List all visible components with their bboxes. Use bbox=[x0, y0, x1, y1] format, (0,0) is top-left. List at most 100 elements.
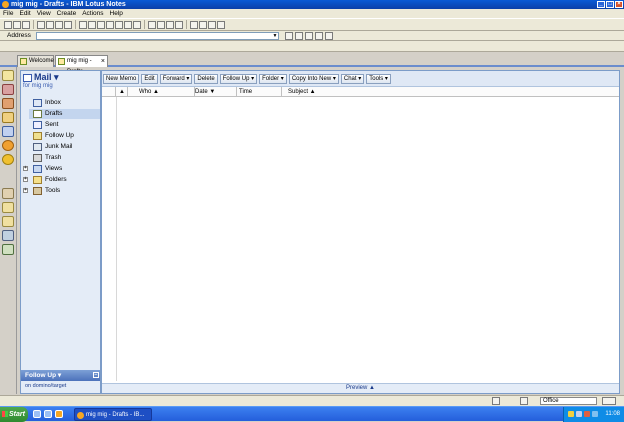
tag-icon[interactable] bbox=[166, 20, 174, 29]
mail-title[interactable]: Mail ▾ bbox=[23, 72, 59, 83]
unread-icon[interactable] bbox=[133, 20, 141, 29]
new-memo-button[interactable]: New Memo bbox=[103, 73, 140, 84]
contacts-bookmark-icon[interactable] bbox=[2, 98, 14, 109]
forward-button[interactable]: Forward ▾ bbox=[159, 73, 193, 84]
search-icon[interactable] bbox=[208, 20, 216, 29]
online-status-icon[interactable] bbox=[492, 397, 500, 405]
help-bookmark-icon[interactable] bbox=[2, 154, 14, 165]
open-icon[interactable] bbox=[13, 20, 21, 29]
nav-tools[interactable]: + Tools bbox=[23, 186, 100, 196]
folder-button[interactable]: Folder ▾ bbox=[259, 73, 287, 84]
start-button[interactable]: Start bbox=[0, 407, 28, 422]
followup-panel-header[interactable]: Follow Up ▾ − bbox=[21, 370, 100, 381]
forward-icon[interactable] bbox=[295, 32, 303, 40]
home-icon[interactable] bbox=[4, 20, 12, 29]
minimize-button[interactable]: _ bbox=[597, 1, 605, 8]
menu-actions[interactable]: Actions bbox=[82, 9, 103, 18]
collapse-icon[interactable]: − bbox=[93, 372, 99, 378]
lotus-notes-icon[interactable] bbox=[55, 410, 63, 418]
volume-icon[interactable] bbox=[576, 411, 582, 417]
reload-icon[interactable] bbox=[315, 32, 323, 40]
column-header-subject[interactable]: Subject ▲ bbox=[285, 87, 619, 97]
tab-drafts[interactable]: mig mig - Drafts × bbox=[55, 55, 108, 75]
navigate-icon[interactable] bbox=[115, 20, 123, 29]
menu-edit[interactable]: Edit bbox=[19, 9, 30, 18]
folder-bookmark-icon[interactable] bbox=[2, 216, 14, 227]
lotus-notes-icon bbox=[77, 412, 84, 419]
search-icon[interactable] bbox=[325, 32, 333, 40]
stop-icon[interactable] bbox=[305, 32, 313, 40]
taskbar-item-notes[interactable]: mig mig - Drafts - IB... bbox=[74, 408, 152, 421]
expand-icon[interactable] bbox=[148, 20, 156, 29]
nav-inbox[interactable]: Inbox bbox=[29, 98, 100, 108]
menu-help[interactable]: Help bbox=[110, 9, 123, 18]
undo-icon[interactable] bbox=[64, 20, 72, 29]
copy-into-new-button[interactable]: Copy Into New ▾ bbox=[288, 73, 339, 84]
expand-icon[interactable]: + bbox=[23, 177, 28, 182]
menu-create[interactable]: Create bbox=[57, 9, 77, 18]
address-input[interactable]: ▼ bbox=[36, 32, 279, 40]
properties-icon[interactable] bbox=[217, 20, 225, 29]
folder-icon[interactable] bbox=[190, 20, 198, 29]
clock: 11:08 bbox=[605, 411, 620, 417]
nav-junk[interactable]: Junk Mail bbox=[29, 142, 100, 152]
copy-icon[interactable] bbox=[46, 20, 54, 29]
nav-views[interactable]: + Views bbox=[23, 164, 100, 174]
expand-icon[interactable]: + bbox=[23, 166, 28, 171]
location-label: Office bbox=[543, 398, 559, 404]
inbox-status-icon[interactable] bbox=[602, 397, 616, 405]
replication-icon[interactable] bbox=[520, 397, 528, 405]
chat-button[interactable]: Chat ▾ bbox=[340, 73, 365, 84]
arrow-up-icon[interactable] bbox=[79, 20, 87, 29]
nav-sent[interactable]: Sent bbox=[29, 120, 100, 130]
network-bookmark-icon[interactable] bbox=[2, 230, 14, 241]
print-icon[interactable] bbox=[22, 20, 30, 29]
link-icon[interactable] bbox=[175, 20, 183, 29]
nav-folders[interactable]: + Folders bbox=[23, 175, 100, 185]
history-bookmark-icon[interactable] bbox=[2, 244, 14, 255]
column-header-sort[interactable]: ▲ bbox=[116, 87, 128, 97]
expand-icon[interactable]: + bbox=[23, 188, 28, 193]
nav-trash[interactable]: Trash bbox=[29, 153, 100, 163]
menu-view[interactable]: View bbox=[37, 9, 51, 18]
arrow-up-icon[interactable] bbox=[97, 20, 105, 29]
back-icon[interactable] bbox=[285, 32, 293, 40]
preview-toggle[interactable]: Preview ▲ bbox=[102, 383, 619, 393]
edit-button[interactable]: Edit bbox=[141, 73, 158, 84]
close-icon[interactable]: × bbox=[101, 56, 105, 67]
calendar-bookmark-icon[interactable] bbox=[2, 84, 14, 95]
location-selector[interactable]: Office bbox=[540, 397, 597, 405]
replicator-bookmark-icon[interactable] bbox=[2, 126, 14, 137]
tools-button[interactable]: Tools ▾ bbox=[366, 73, 391, 84]
binoculars-icon[interactable] bbox=[199, 20, 207, 29]
monitor-icon[interactable] bbox=[592, 411, 598, 417]
browser-icon[interactable] bbox=[44, 410, 52, 418]
maximize-button[interactable]: □ bbox=[606, 1, 614, 8]
close-button[interactable]: × bbox=[615, 1, 623, 8]
sametime-bookmark-icon[interactable] bbox=[2, 140, 14, 151]
follow-up-button[interactable]: Follow Up ▾ bbox=[219, 73, 258, 84]
tab-welcome[interactable]: Welcome bbox=[17, 55, 54, 67]
todo-bookmark-icon[interactable] bbox=[2, 112, 14, 123]
collapse-icon[interactable] bbox=[157, 20, 165, 29]
security-icon[interactable] bbox=[584, 411, 590, 417]
paste-icon[interactable] bbox=[55, 20, 63, 29]
menu-file[interactable]: File bbox=[3, 9, 13, 18]
databases-bookmark-icon[interactable] bbox=[2, 188, 14, 199]
network-icon[interactable] bbox=[568, 411, 574, 417]
desktop-icon[interactable] bbox=[33, 410, 41, 418]
favorites-bookmark-icon[interactable] bbox=[2, 202, 14, 213]
mail-bookmark-icon[interactable] bbox=[2, 70, 14, 81]
refresh-icon[interactable] bbox=[124, 20, 132, 29]
column-header-time[interactable]: Time bbox=[236, 87, 282, 97]
column-header-date[interactable]: Date ▼ bbox=[192, 87, 237, 97]
cut-icon[interactable] bbox=[37, 20, 45, 29]
column-header-icon[interactable] bbox=[102, 87, 116, 97]
chevron-down-icon[interactable]: ▼ bbox=[272, 33, 278, 39]
arrow-down-icon[interactable] bbox=[106, 20, 114, 29]
delete-button[interactable]: Delete bbox=[194, 73, 218, 84]
column-header-who[interactable]: Who ▲ bbox=[136, 87, 195, 97]
nav-followup[interactable]: Follow Up bbox=[29, 131, 100, 141]
arrow-down-icon[interactable] bbox=[88, 20, 96, 29]
nav-drafts[interactable]: Drafts bbox=[29, 109, 100, 119]
